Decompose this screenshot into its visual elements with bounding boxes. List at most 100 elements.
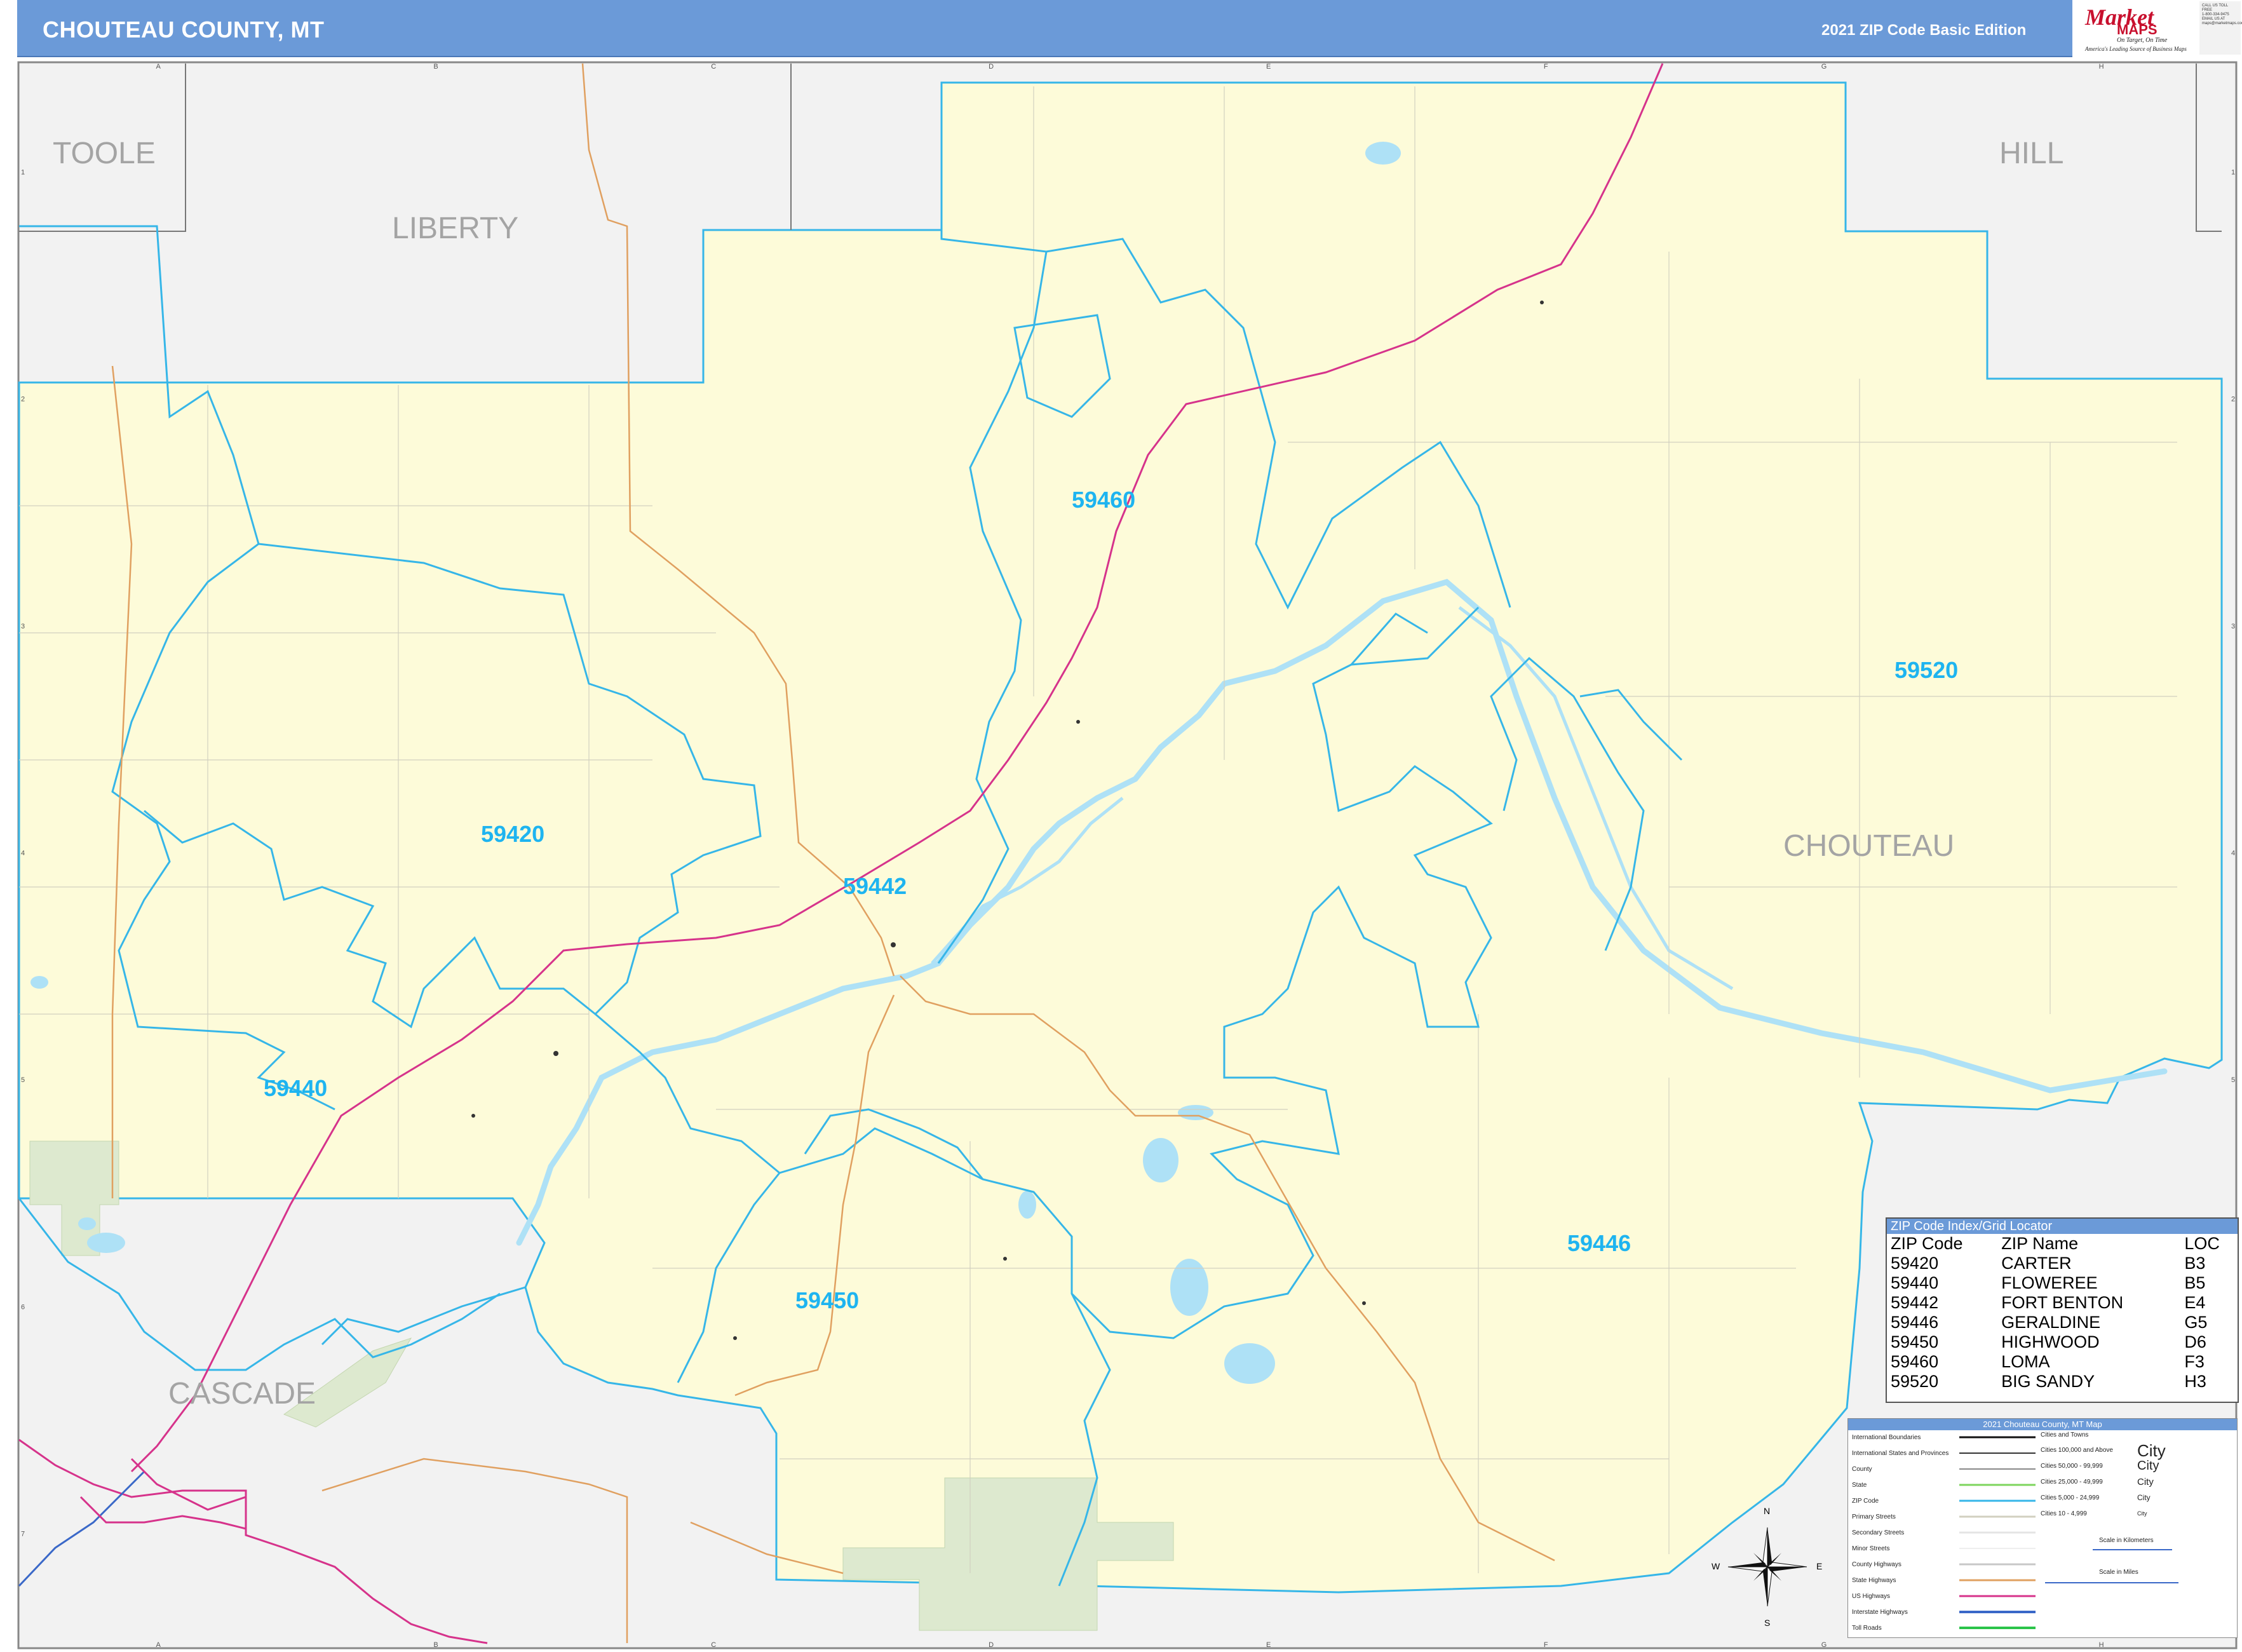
contact-line: CALL US TOLL FREE [2202,4,2229,12]
county-label-liberty: LIBERTY [392,212,519,245]
zip-index-row: 59440 FLOWEREE B5 [1887,1273,2238,1293]
zip-index-header-row: ZIP Code ZIP Name LOC [1887,1234,2238,1254]
zip-name-cell: CARTER [2001,1254,2072,1273]
compass-e: E [1816,1561,1823,1571]
zip-name-cell: FLOWEREE [2001,1273,2098,1292]
zip-label-59442: 59442 [843,873,907,899]
zip-label-59520: 59520 [1894,657,1959,683]
zip-index-row: 59446 GERALDINE G5 [1887,1313,2238,1332]
zip-code-cell: 59460 [1891,1352,1939,1371]
grid-col-label: E [1266,63,1271,71]
legend-item-label: State Highways [1852,1577,1896,1584]
zip-code-cell: 59446 [1891,1313,1939,1332]
zip-index-row: 59442 FORT BENTON E4 [1887,1293,2238,1313]
zip-label-59460: 59460 [1072,487,1136,513]
zip-index-header: ZIP Code [1891,1234,1963,1253]
zip-loc-cell: H3 [2184,1372,2206,1391]
zip-index-grid: ZIP Code ZIP Name LOC 59420 CARTER B3 59440… [1887,1234,2238,1391]
grid-row-label: 1 [21,169,25,177]
logo-brand-bottom: MAPS [2117,22,2158,37]
grid-col-label: D [989,63,994,71]
contact-line: 1-800-334-9475 [2202,13,2229,17]
grid-row-label: 6 [21,1303,25,1311]
edition-label: 2021 ZIP Code Basic Edition [1821,22,2027,39]
grid-col-label: B [433,63,438,71]
zip-name-cell: GERALDINE [2001,1313,2101,1332]
legend-item-label: State [1852,1482,1867,1489]
grid-col-label: F [1544,1641,1548,1649]
legend-city-label: Cities 10 - 4,999 [2041,1510,2087,1517]
county-label-hill: HILL [1999,137,2064,170]
zip-name-cell: LOMA [2001,1352,2050,1371]
grid-col-label: H [2099,1641,2104,1649]
legend-item-label: County Highways [1852,1561,1901,1568]
grid-col-label: A [156,1641,161,1649]
zip-loc-cell: E4 [2184,1293,2206,1312]
map-header: CHOUTEAU COUNTY, MT 2021 ZIP Code Basic … [17,0,2072,57]
grid-col-label: C [711,63,716,71]
legend-item-label: County [1852,1466,1872,1473]
legend-item-label: Secondary Streets [1852,1529,1905,1536]
legend-scale-mi: Scale in Miles [2099,1569,2138,1576]
legend-city-label: Cities 25,000 - 49,999 [2041,1479,2103,1486]
zip-loc-cell: B3 [2184,1254,2206,1273]
grid-row-label: 4 [21,850,25,857]
legend-item-label: Minor Streets [1852,1545,1890,1552]
zip-index-title: ZIP Code Index/Grid Locator [1887,1219,2238,1234]
county-label-cascade: CASCADE [168,1377,316,1411]
legend-scale-km: Scale in Kilometers [2099,1537,2154,1544]
zip-index-header: LOC [2184,1234,2220,1253]
zip-loc-cell: D6 [2184,1332,2206,1351]
grid-col-label: D [989,1641,994,1649]
map-title: CHOUTEAU COUNTY, MT [43,17,325,43]
grid-row-label: 3 [2231,623,2235,630]
legend-city-label: Cities 5,000 - 24,999 [2041,1494,2100,1501]
zip-code-cell: 59442 [1891,1293,1939,1312]
zip-code-cell: 59450 [1891,1332,1939,1351]
zip-index-row: 59520 BIG SANDY H3 [1887,1372,2238,1391]
legend-city-label: Cities 50,000 - 99,999 [2041,1463,2103,1470]
zip-code-cell: 59520 [1891,1372,1939,1391]
legend-city-sample: City [2137,1441,2166,1460]
zip-index-header: ZIP Name [2001,1234,2079,1253]
grid-col-label: F [1544,63,1548,71]
zip-loc-cell: B5 [2184,1273,2206,1292]
grid-row-label: 7 [21,1530,25,1538]
legend-item-label: US Highways [1852,1593,1891,1600]
zip-name-cell: HIGHWOOD [2001,1332,2100,1351]
compass-s: S [1764,1618,1771,1628]
zip-label-59450: 59450 [795,1287,860,1313]
zip-loc-cell: F3 [2184,1352,2205,1371]
grid-col-label: A [156,63,161,71]
contact-line: EMAIL US AT [2202,17,2225,21]
zip-index-table: ZIP Code Index/Grid Locator ZIP Code ZIP… [1886,1217,2239,1403]
contact-line: maps@marketmaps.com [2202,22,2242,25]
zip-index-row: 59420 CARTER B3 [1887,1254,2238,1273]
market-maps-logo: Market MAPS On Target, On Time America's… [2077,1,2198,55]
grid-col-label: C [711,1641,716,1649]
logo-tagline: On Target, On Time [2117,37,2168,44]
legend-city-sample: City [2137,1510,2147,1517]
legend-city-sample: City [2137,1493,2151,1502]
zip-index-row: 59450 HIGHWOOD D6 [1887,1332,2238,1352]
contact-box: CALL US TOLL FREE 1-800-334-9475 EMAIL U… [2199,1,2242,55]
legend-title: 2021 Chouteau County, MT Map [1848,1419,2237,1430]
legend-city-sample: City [2137,1476,2154,1487]
grid-col-label: H [2099,63,2104,71]
grid-row-label: 4 [2231,850,2235,857]
grid-row-label: 1 [2231,169,2235,177]
legend-symbols [1959,1436,2178,1629]
zip-label-59440: 59440 [264,1075,328,1101]
legend-item-label: International Boundaries [1852,1434,1921,1441]
compass-w: W [1712,1561,1720,1571]
logo-tagline2: America's Leading Source of Business Map… [2085,46,2187,52]
county-label-chouteau: CHOUTEAU [1783,829,1955,863]
legend-item-label: International States and Provinces [1852,1450,1949,1457]
grid-row-label: 3 [21,623,25,630]
legend-item-label: Primary Streets [1852,1513,1896,1520]
grid-col-label: B [433,1641,438,1649]
zip-index-row: 59460 LOMA F3 [1887,1352,2238,1372]
grid-row-label: 2 [21,396,25,403]
grid-col-label: G [1821,1641,1827,1649]
legend-item-label: ZIP Code [1852,1498,1879,1505]
